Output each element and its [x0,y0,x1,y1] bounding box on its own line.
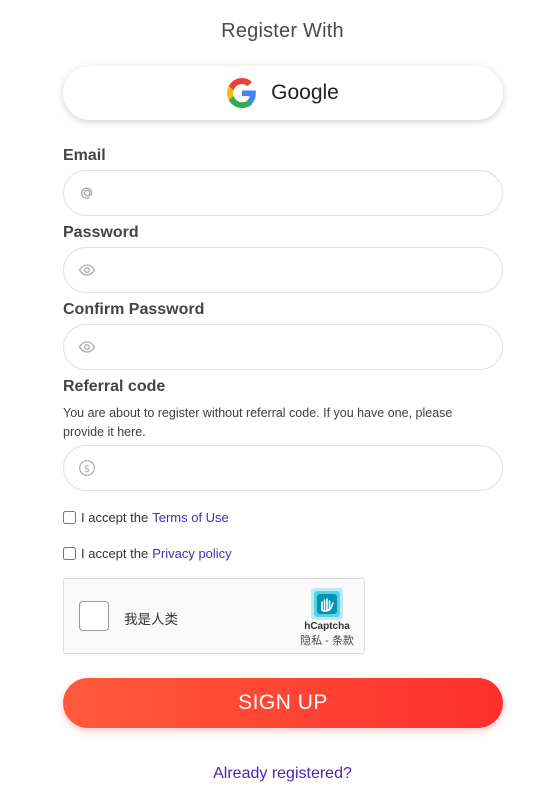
referral-code-label: Referral code [63,378,166,395]
hcaptcha-hand-icon [311,588,343,620]
privacy-policy-link[interactable]: Privacy policy [152,546,231,561]
confirm-password-label: Confirm Password [63,301,205,318]
email-field-wrapper [63,170,503,216]
confirm-password-input[interactable] [104,324,502,370]
terms-of-use-link[interactable]: Terms of Use [152,510,229,525]
confirm-password-field-wrapper [63,324,503,370]
page-title: Register With [221,20,344,42]
referral-note: You are about to register without referr… [63,406,453,439]
sign-up-button[interactable]: SIGN UP [63,678,503,728]
captcha-checkbox[interactable] [79,601,109,631]
at-icon [78,184,96,202]
password-field-wrapper [63,247,503,293]
svg-text:$: $ [84,464,90,475]
password-input[interactable] [104,247,502,293]
password-label: Password [63,224,139,241]
google-register-button[interactable]: Google [63,66,503,120]
terms-prefix: I accept the [81,510,149,525]
hcaptcha-links[interactable]: 隐私 - 条款 [290,632,364,648]
google-label: Google [271,81,339,104]
privacy-row: I accept the Privacy policy [63,546,232,561]
captcha-label: 我是人类 [124,612,178,627]
email-label: Email [63,147,106,164]
google-logo-icon [227,78,256,108]
dollar-icon: $ [78,459,96,477]
already-registered-link[interactable]: Already registered? [0,765,550,783]
eye-icon[interactable] [78,261,96,279]
email-field[interactable] [104,170,502,216]
privacy-prefix: I accept the [81,546,149,561]
privacy-checkbox[interactable] [63,547,76,560]
hcaptcha-widget: 我是人类 hCaptcha 隐私 - 条款 [63,578,365,654]
eye-icon[interactable] [78,338,96,356]
terms-checkbox[interactable] [63,511,76,524]
referral-field-wrapper: $ [63,445,503,491]
hcaptcha-brand: hCaptcha [304,621,350,632]
referral-code-input[interactable] [104,445,502,491]
terms-row: I accept the Terms of Use [63,510,229,525]
